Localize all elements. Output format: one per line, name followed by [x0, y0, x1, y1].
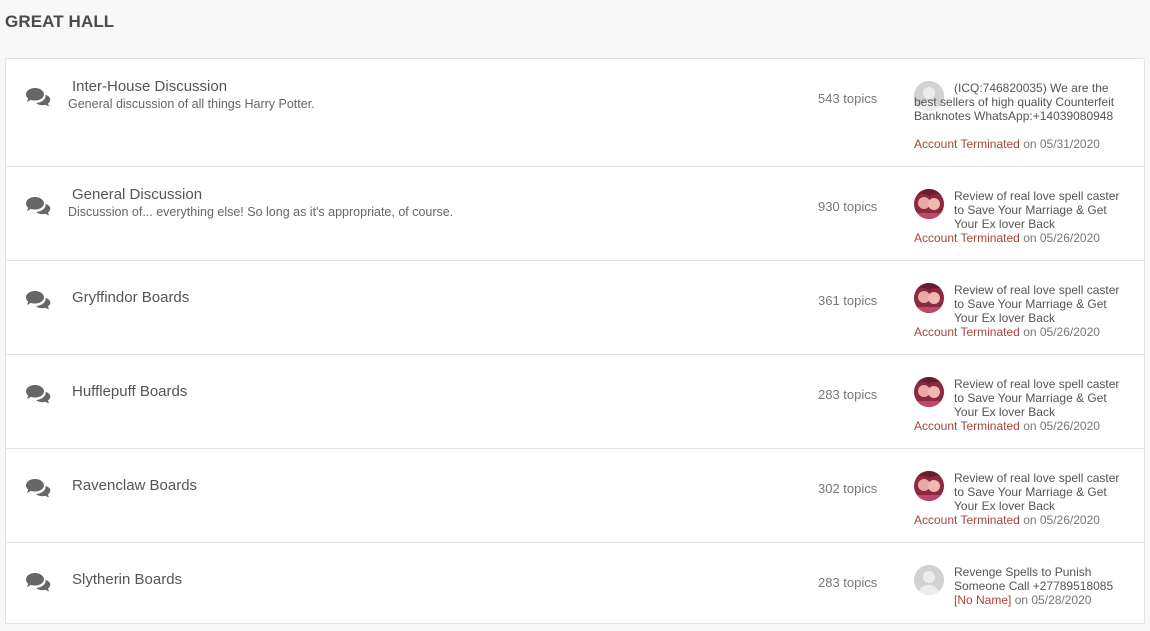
chat-bubbles-icon	[25, 196, 51, 216]
last-post-author[interactable]: Account Terminated	[914, 325, 1020, 339]
forum-row-gryffindor: Gryffindor Boards 361 topics Review of r…	[6, 260, 1144, 355]
chat-bubbles-icon	[25, 87, 51, 107]
last-post-meta: Account Terminated on 05/26/2020	[914, 419, 1100, 433]
last-post-date: on 05/26/2020	[1023, 419, 1100, 433]
last-post-author[interactable]: Account Terminated	[914, 137, 1020, 151]
last-post-title[interactable]: Revenge Spells to Punish Someone Call +2…	[954, 565, 1113, 593]
chat-bubbles-icon	[25, 290, 51, 310]
last-post-date: on 05/31/2020	[1023, 137, 1100, 151]
photo-avatar[interactable]	[914, 377, 944, 407]
last-post-title[interactable]: Review of real love spell caster to Save…	[954, 283, 1119, 325]
last-post-title-block: Revenge Spells to Punish Someone Call +2…	[954, 565, 1124, 593]
forum-row-general: General Discussion Discussion of... ever…	[6, 166, 1144, 261]
section-title: GREAT HALL	[5, 12, 115, 31]
last-post-title[interactable]: (ICQ:746820035) We are the best sellers …	[914, 81, 1114, 123]
photo-avatar[interactable]	[914, 471, 944, 501]
last-post-title-block: Review of real love spell caster to Save…	[954, 377, 1124, 419]
last-post-date: on 05/26/2020	[1023, 231, 1100, 245]
last-post-author[interactable]: Account Terminated	[914, 513, 1020, 527]
last-post-author[interactable]: [No Name]	[954, 593, 1011, 607]
topic-count: 283 topics	[818, 575, 878, 590]
topic-count: 361 topics	[818, 293, 878, 308]
last-post-title[interactable]: Review of real love spell caster to Save…	[954, 471, 1119, 513]
forum-title[interactable]: Ravenclaw Boards	[72, 477, 197, 494]
last-post-author[interactable]: Account Terminated	[914, 419, 1020, 433]
last-post-title-block: Review of real love spell caster to Save…	[954, 189, 1124, 231]
chat-bubbles-icon	[25, 384, 51, 404]
last-post-title[interactable]: Review of real love spell caster to Save…	[954, 377, 1119, 419]
photo-avatar[interactable]	[914, 283, 944, 313]
forum-description: General discussion of all things Harry P…	[68, 97, 315, 111]
forum-title[interactable]: Inter-House Discussion	[72, 78, 227, 95]
forum-title[interactable]: Hufflepuff Boards	[72, 383, 187, 400]
last-post-title-block: Review of real love spell caster to Save…	[954, 283, 1124, 325]
topic-count: 302 topics	[818, 481, 878, 496]
last-post-meta: Account Terminated on 05/26/2020	[914, 325, 1100, 339]
last-post-date: on 05/28/2020	[1014, 593, 1092, 607]
last-post-title-block: (ICQ:746820035) We are the best sellers …	[914, 81, 1119, 123]
last-post-date: on 05/26/2020	[1023, 325, 1100, 339]
forum-list: Inter-House Discussion General discussio…	[5, 58, 1145, 624]
forum-title[interactable]: Slytherin Boards	[72, 571, 182, 588]
forum-row-ravenclaw: Ravenclaw Boards 302 topics Review of re…	[6, 448, 1144, 543]
forum-title[interactable]: General Discussion	[72, 186, 202, 203]
last-post-meta: Account Terminated on 05/26/2020	[914, 513, 1100, 527]
last-post-title-block: Review of real love spell caster to Save…	[954, 471, 1124, 513]
last-post-meta: Account Terminated on 05/26/2020	[914, 231, 1100, 245]
topic-count: 283 topics	[818, 387, 878, 402]
forum-row-slytherin: Slytherin Boards 283 topics Revenge Spel…	[6, 542, 1144, 624]
last-post-author[interactable]: Account Terminated	[914, 231, 1020, 245]
default-avatar[interactable]	[914, 565, 944, 595]
last-post-title[interactable]: Review of real love spell caster to Save…	[954, 189, 1119, 231]
last-post-meta: Account Terminated on 05/31/2020	[914, 137, 1100, 151]
forum-description: Discussion of... everything else! So lon…	[68, 205, 454, 219]
topic-count: 930 topics	[818, 199, 878, 214]
chat-bubbles-icon	[25, 572, 51, 592]
chat-bubbles-icon	[25, 478, 51, 498]
forum-row-inter-house: Inter-House Discussion General discussio…	[6, 59, 1144, 166]
photo-avatar[interactable]	[914, 189, 944, 219]
forum-row-hufflepuff: Hufflepuff Boards 283 topics Review of r…	[6, 354, 1144, 449]
last-post-meta: [No Name] on 05/28/2020	[954, 593, 1091, 607]
forum-title[interactable]: Gryffindor Boards	[72, 289, 189, 306]
topic-count: 543 topics	[818, 91, 878, 106]
last-post-date: on 05/26/2020	[1023, 513, 1100, 527]
